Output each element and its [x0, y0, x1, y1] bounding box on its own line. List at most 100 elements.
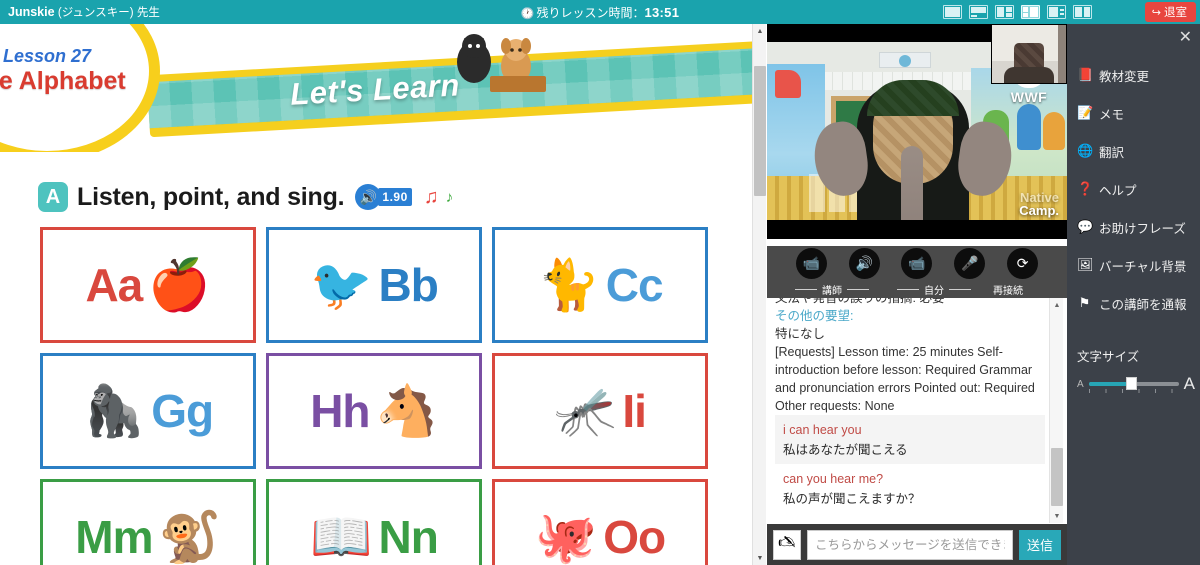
- chat-message-en: can you hear me?: [783, 472, 884, 487]
- audio-play-button[interactable]: 🔊 1.90: [355, 184, 412, 210]
- timer-value: 13:51: [644, 4, 680, 20]
- alphabet-card[interactable]: Gg 🦍: [40, 353, 256, 469]
- teacher-speaker-button[interactable]: 🔊: [848, 248, 880, 279]
- reconnect-button[interactable]: ⟳: [1007, 248, 1039, 279]
- image-icon: 🖼: [1077, 257, 1094, 272]
- cat-and-dog-illustration: [457, 34, 546, 92]
- card-picture: 🐦: [310, 257, 373, 313]
- menu-item-label: 翻訳: [1099, 145, 1125, 160]
- layout-full-icon[interactable]: [943, 5, 962, 19]
- card-picture: 🦍: [82, 383, 146, 439]
- pip-edge: [1058, 25, 1066, 83]
- poster-character-2: [1017, 104, 1041, 150]
- reconnect-label-wrap: 再接続: [993, 282, 1023, 297]
- layout-right-big-icon[interactable]: [1021, 5, 1040, 19]
- layout-top-big-icon[interactable]: [969, 5, 988, 19]
- slider-ticks: [1088, 389, 1179, 393]
- layout-left-big-icon[interactable]: [995, 5, 1014, 19]
- material-scrollbar[interactable]: ▲ ▼: [752, 24, 766, 565]
- card-letter: Cc: [605, 259, 664, 311]
- teacher-video-panel[interactable]: WWF Native Camp.: [767, 24, 1067, 239]
- card-letter: Bb: [378, 259, 438, 311]
- menu-item-label: 教材変更: [1099, 69, 1150, 84]
- menu-item-4[interactable]: ❓ ヘルプ: [1067, 170, 1200, 208]
- flag-icon: ⚑: [1078, 295, 1091, 310]
- poster-character-3: [1043, 112, 1065, 150]
- system-clipped-line: 文法や発音の誤りの指摘: 必要: [775, 298, 945, 305]
- wwf-label: WWF: [1010, 89, 1048, 105]
- font-size-slider[interactable]: [1088, 377, 1179, 393]
- music-note-icon-small: ♪: [445, 188, 454, 206]
- layout-two-columns-icon[interactable]: [1073, 5, 1092, 19]
- chat-message: can you hear me? 私の声が聞こえますか？: [775, 464, 1045, 513]
- menu-item-label: バーチャル背景: [1099, 259, 1187, 274]
- music-note-icon: ♫: [423, 185, 439, 208]
- teacher-honorific: 先生: [136, 7, 160, 19]
- teacher-name: Junskie: [8, 5, 55, 19]
- menu-item-6[interactable]: 🖼 バーチャル背景: [1067, 246, 1200, 284]
- material-header: Let's Learn Lesson 27 The Alphabet: [0, 24, 752, 152]
- stamp-icon[interactable]: 🖎: [773, 529, 801, 560]
- chat-message: i can hear you 私はあなたが聞こえる: [775, 415, 1045, 465]
- label-reconnect: 再接続: [993, 286, 1023, 297]
- alphabet-card[interactable]: Cc 🐈: [492, 227, 708, 343]
- chat-message-list: i can hear you 私はあなたが聞こえる can you hear me?…: [775, 415, 1045, 513]
- self-controls-label: 自分: [897, 282, 971, 297]
- alphabet-card[interactable]: Ii 🦟: [492, 353, 708, 469]
- self-camera-button[interactable]: 📹: [901, 248, 933, 279]
- lesson-timer: 🕐 残りレッスン時間：13:51: [470, 4, 730, 21]
- menu-item-2[interactable]: 📝 メモ: [1067, 94, 1200, 132]
- teacher-camera-button[interactable]: 📹: [795, 248, 827, 279]
- menu-item-3[interactable]: 🌐 翻訳: [1067, 132, 1200, 170]
- material-scrollbar-thumb[interactable]: [754, 66, 766, 196]
- video-control-bar: 📹 🔊 📹 🎤 ⟳ 講師 自分 再接続: [767, 246, 1067, 298]
- video-wall-clock: [879, 52, 931, 68]
- top-bar: Junskie (ジュンスキー) 先生 🕐 残りレッスン時間：13:51 ↪ 退室: [0, 0, 1200, 24]
- timer-label: 残りレッスン時間：: [536, 5, 645, 20]
- alphabet-card[interactable]: Mm 🐒: [40, 479, 256, 565]
- close-icon[interactable]: ✕: [1179, 30, 1192, 46]
- layout-switcher: [943, 0, 1092, 24]
- chat-bubble-icon: 💬: [1077, 219, 1094, 234]
- menu-item-7[interactable]: ⚑ この講師を通報: [1067, 284, 1200, 322]
- card-picture: 🍎: [148, 257, 211, 313]
- lesson-title: The Alphabet: [0, 66, 126, 95]
- scroll-up-arrow-icon[interactable]: ▲: [753, 24, 767, 38]
- exit-room-button[interactable]: ↪ 退室: [1144, 2, 1196, 22]
- chat-message-ja: 私の声が聞こえますか？: [783, 492, 921, 507]
- alphabet-card[interactable]: Bb 🐦: [266, 227, 482, 343]
- lesson-material-pane[interactable]: Let's Learn Lesson 27 The Alphabet: [0, 24, 752, 565]
- exit-label: 退室: [1164, 7, 1187, 19]
- self-microphone-button[interactable]: 🎤: [954, 248, 986, 279]
- scroll-down-arrow-icon[interactable]: ▼: [753, 551, 767, 565]
- menu-item-5[interactable]: 💬 お助けフレーズ: [1067, 208, 1200, 246]
- divider-line: [795, 289, 817, 290]
- video-control-labels: 講師 自分 再接続: [767, 282, 1067, 297]
- system-other-requests-value: 特になし: [775, 326, 826, 341]
- divider-line: [897, 289, 919, 290]
- card-letter: Oo: [603, 511, 666, 563]
- chat-scroll-up-arrow-icon[interactable]: ▲: [1050, 298, 1064, 312]
- layout-left-big-lines-icon[interactable]: [1047, 5, 1066, 19]
- self-video-pip[interactable]: [991, 24, 1067, 84]
- card-letter: Gg: [151, 385, 214, 437]
- chat-scroll-down-arrow-icon[interactable]: ▼: [1050, 509, 1064, 523]
- chat-scrollbar[interactable]: ▲ ▼: [1049, 298, 1063, 523]
- native-camp-branding: Native Camp.: [1019, 191, 1059, 218]
- alphabet-card[interactable]: Nn 📖: [266, 479, 482, 565]
- message-input[interactable]: [807, 529, 1013, 560]
- menu-item-1[interactable]: 📕 教材変更: [1067, 56, 1200, 94]
- lesson-app-window: Junskie (ジュンスキー) 先生 🕐 残りレッスン時間：13:51 ↪ 退室…: [0, 0, 1200, 565]
- chat-log[interactable]: 文法や発音の誤りの指摘: 必要 その他の要望: 特になし [Requests] …: [767, 298, 1067, 523]
- font-size-small-label: A: [1077, 378, 1084, 390]
- alphabet-card[interactable]: Hh 🐴: [266, 353, 482, 469]
- clock-icon: 🕐: [520, 7, 535, 20]
- font-size-control: 文字サイズ A A: [1077, 346, 1195, 394]
- note-icon: 📝: [1077, 105, 1094, 120]
- alphabet-card[interactable]: Oo 🐙: [492, 479, 708, 565]
- chat-scrollbar-thumb[interactable]: [1051, 448, 1063, 506]
- chat-messages-container: 文法や発音の誤りの指摘: 必要 その他の要望: 特になし [Requests] …: [767, 298, 1053, 513]
- alphabet-card[interactable]: Aa 🍎: [40, 227, 256, 343]
- instruction-badge: A: [38, 182, 68, 212]
- send-button[interactable]: 送信: [1019, 529, 1061, 560]
